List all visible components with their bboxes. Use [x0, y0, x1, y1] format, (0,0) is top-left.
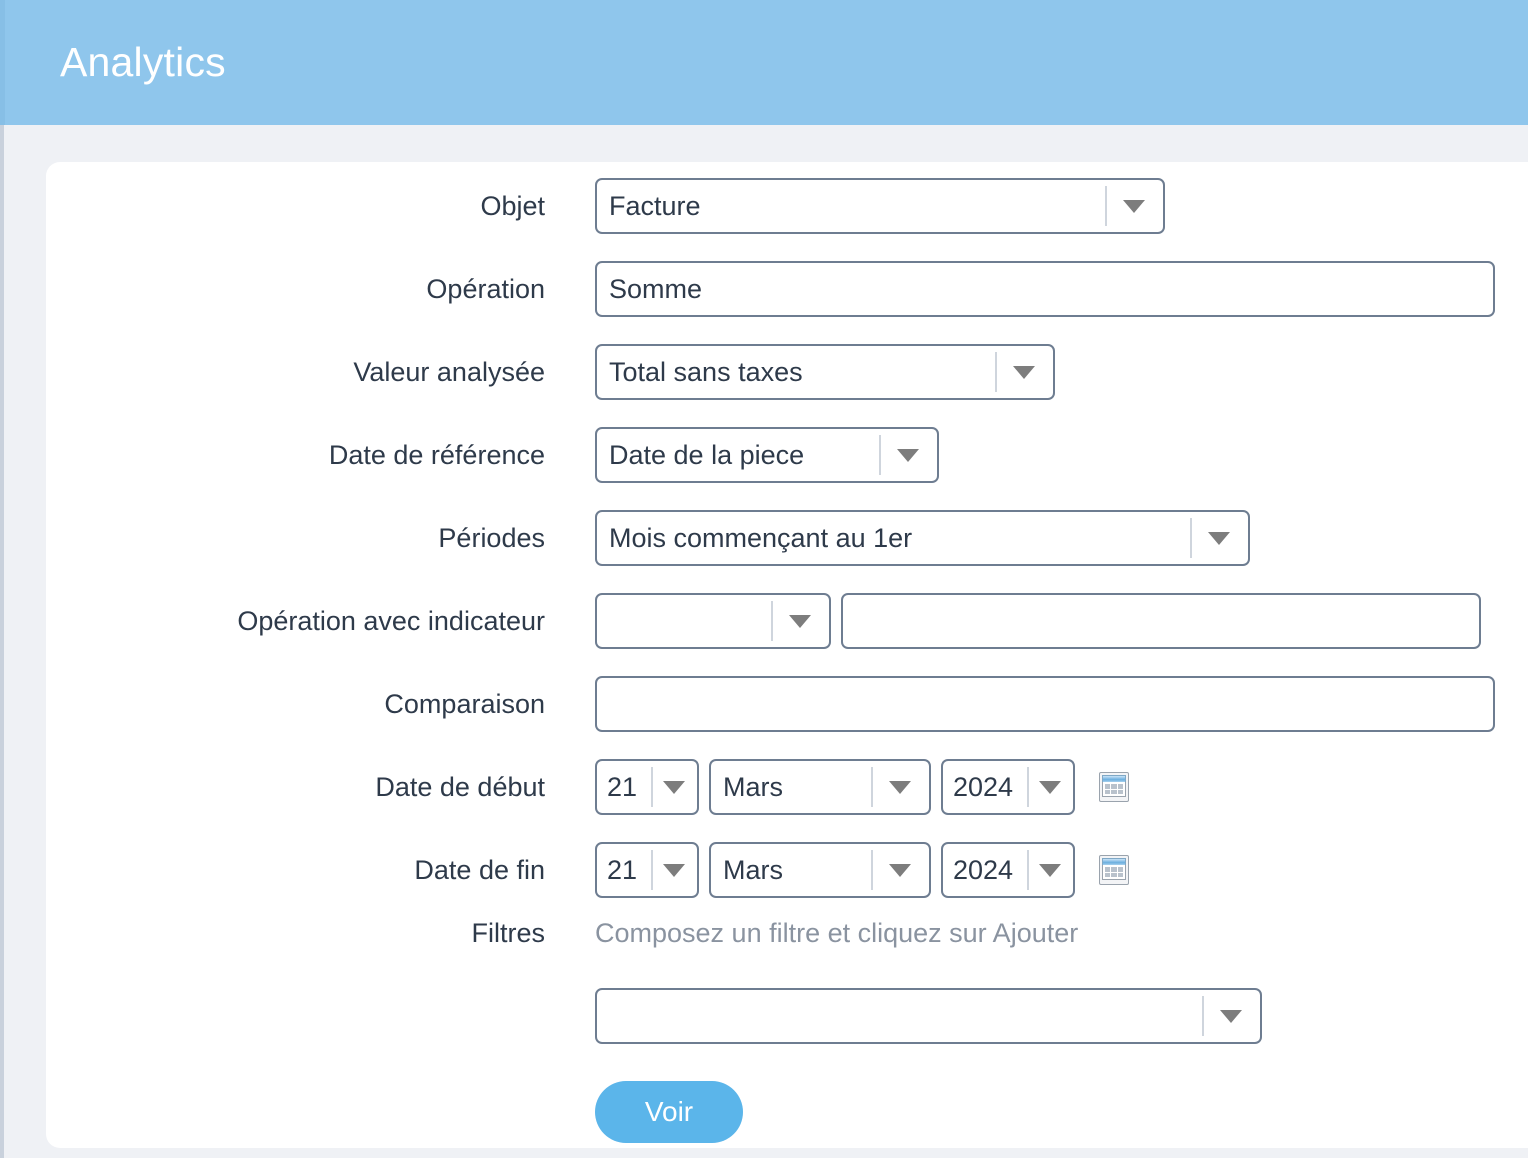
date-debut-year-select[interactable]: 2024 — [941, 759, 1075, 815]
chevron-down-icon[interactable] — [651, 761, 697, 813]
date-fin-month-select[interactable]: Mars — [709, 842, 931, 898]
filtres-select[interactable] — [595, 988, 1262, 1044]
objet-select[interactable]: Facture — [595, 178, 1165, 234]
chevron-down-icon[interactable] — [879, 429, 937, 481]
form-row-periodes: Périodes Mois commençant au 1er — [46, 508, 1250, 568]
chevron-down-icon[interactable] — [995, 346, 1053, 398]
fields-operation-indicateur — [595, 593, 1481, 649]
calendar-icon[interactable] — [1099, 772, 1129, 802]
form-row-filtres-select — [46, 986, 1262, 1046]
valeur-analysee-select[interactable]: Total sans taxes — [595, 344, 1055, 400]
fields-date-reference: Date de la piece — [595, 427, 939, 483]
form-row-objet: Objet Facture — [46, 176, 1165, 236]
page-header: Analytics — [0, 0, 1528, 125]
label-valeur-analysee: Valeur analysée — [353, 356, 545, 387]
form-row-filtres: Filtres Composez un filtre et cliquez su… — [46, 913, 1079, 953]
calendar-icon[interactable] — [1099, 855, 1129, 885]
form-row-date-reference: Date de référence Date de la piece — [46, 425, 939, 485]
date-fin-year-value: 2024 — [953, 854, 1014, 885]
fields-objet: Facture — [595, 178, 1165, 234]
date-debut-month-value: Mars — [723, 771, 783, 802]
voir-button[interactable]: Voir — [595, 1081, 743, 1143]
date-fin-day-value: 21 — [607, 854, 638, 885]
date-debut-month-select[interactable]: Mars — [709, 759, 931, 815]
form-row-date-fin: Date de fin 21 Mars 2024 — [46, 840, 1129, 900]
analytics-page: Analytics Objet Facture Opération Somme … — [0, 0, 1528, 1158]
date-debut-day-value: 21 — [607, 771, 638, 802]
label-date-reference: Date de référence — [328, 439, 545, 470]
date-fin-year-select[interactable]: 2024 — [941, 842, 1075, 898]
chevron-down-icon[interactable] — [651, 844, 697, 896]
chevron-down-icon[interactable] — [1105, 180, 1163, 232]
chevron-down-icon[interactable] — [1027, 761, 1073, 813]
left-gutter — [0, 125, 4, 1158]
chevron-down-icon[interactable] — [1202, 990, 1260, 1042]
fields-filtres-hint: Composez un filtre et cliquez sur Ajoute… — [595, 918, 1078, 949]
date-reference-select-value: Date de la piece — [609, 439, 805, 470]
label-objet: Objet — [480, 190, 545, 221]
date-reference-select[interactable]: Date de la piece — [595, 427, 939, 483]
fields-comparaison — [595, 676, 1495, 732]
fields-submit: Voir — [595, 1081, 743, 1143]
label-operation-indicateur: Opération avec indicateur — [237, 605, 545, 636]
label-date-fin: Date de fin — [414, 854, 545, 885]
form-row-date-debut: Date de début 21 Mars 2024 — [46, 757, 1129, 817]
date-debut-day-select[interactable]: 21 — [595, 759, 699, 815]
chevron-down-icon[interactable] — [771, 595, 829, 647]
form-row-submit: Voir — [46, 1081, 743, 1143]
chevron-down-icon[interactable] — [1027, 844, 1073, 896]
form-row-operation: Opération Somme — [46, 259, 1495, 319]
valeur-analysee-select-value: Total sans taxes — [609, 356, 803, 387]
date-debut-year-value: 2024 — [953, 771, 1014, 802]
operation-input[interactable]: Somme — [595, 261, 1495, 317]
label-operation: Opération — [426, 273, 545, 304]
fields-date-fin: 21 Mars 2024 — [595, 842, 1129, 898]
label-date-debut: Date de début — [375, 771, 545, 802]
comparaison-input[interactable] — [595, 676, 1495, 732]
date-fin-month-value: Mars — [723, 854, 783, 885]
operation-input-value: Somme — [609, 273, 703, 304]
operation-indicateur-select[interactable] — [595, 593, 831, 649]
date-fin-day-select[interactable]: 21 — [595, 842, 699, 898]
chevron-down-icon[interactable] — [1190, 512, 1248, 564]
page-title: Analytics — [60, 39, 226, 85]
analytics-form-card: Objet Facture Opération Somme Valeur ana… — [46, 162, 1528, 1148]
form-row-valeur-analysee: Valeur analysée Total sans taxes — [46, 342, 1055, 402]
header-left-edge — [0, 0, 5, 125]
periodes-select[interactable]: Mois commençant au 1er — [595, 510, 1250, 566]
label-filtres: Filtres — [471, 917, 546, 948]
label-comparaison: Comparaison — [384, 688, 545, 719]
fields-periodes: Mois commençant au 1er — [595, 510, 1250, 566]
operation-indicateur-input[interactable] — [841, 593, 1481, 649]
fields-filtres-select — [595, 988, 1262, 1044]
label-periodes: Périodes — [438, 522, 545, 553]
fields-operation: Somme — [595, 261, 1495, 317]
chevron-down-icon[interactable] — [871, 844, 929, 896]
fields-date-debut: 21 Mars 2024 — [595, 759, 1129, 815]
objet-select-value: Facture — [609, 190, 701, 221]
form-row-operation-indicateur: Opération avec indicateur — [46, 591, 1481, 651]
fields-valeur-analysee: Total sans taxes — [595, 344, 1055, 400]
form-row-comparaison: Comparaison — [46, 674, 1495, 734]
filtres-hint-text: Composez un filtre et cliquez sur Ajoute… — [595, 917, 1079, 948]
periodes-select-value: Mois commençant au 1er — [609, 522, 913, 553]
chevron-down-icon[interactable] — [871, 761, 929, 813]
